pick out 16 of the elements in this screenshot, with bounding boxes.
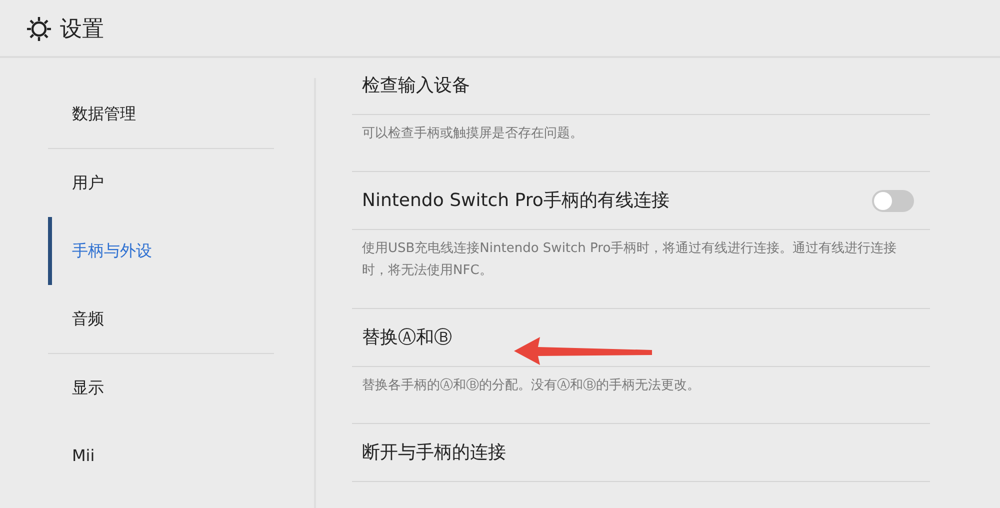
option-title[interactable]: 替换Ⓐ和Ⓑ bbox=[362, 324, 452, 351]
option-description: 使用USB充电线连接Nintendo Switch Pro手柄时，将通过有线进行连接。通过有线进行连接时，将无法使用NFC。 bbox=[362, 240, 898, 280]
sidebar-item[interactable]: 手柄与外设 bbox=[48, 217, 274, 285]
option-description: 替换各手柄的Ⓐ和Ⓑ的分配。没有Ⓐ和Ⓑ的手柄无法更改。 bbox=[362, 377, 701, 395]
sidebar-item[interactable]: 显示 bbox=[48, 354, 274, 422]
option-title[interactable]: 断开与手柄的连接 bbox=[362, 439, 506, 466]
settings-icon bbox=[26, 16, 52, 42]
option-title[interactable]: Nintendo Switch Pro手柄的有线连接 bbox=[362, 187, 670, 214]
sidebar-item[interactable]: Mii bbox=[48, 422, 274, 490]
sidebar-item[interactable]: 数据管理 bbox=[48, 80, 274, 148]
sidebar-item[interactable]: 音频 bbox=[48, 285, 274, 353]
page-title: 设置 bbox=[60, 16, 104, 44]
sidebar-item[interactable]: 用户 bbox=[48, 149, 274, 217]
option-title[interactable]: 检查输入设备 bbox=[362, 72, 470, 99]
toggle-switch[interactable] bbox=[872, 190, 914, 212]
option-description: 可以检查手柄或触摸屏是否存在问题。 bbox=[362, 125, 584, 143]
